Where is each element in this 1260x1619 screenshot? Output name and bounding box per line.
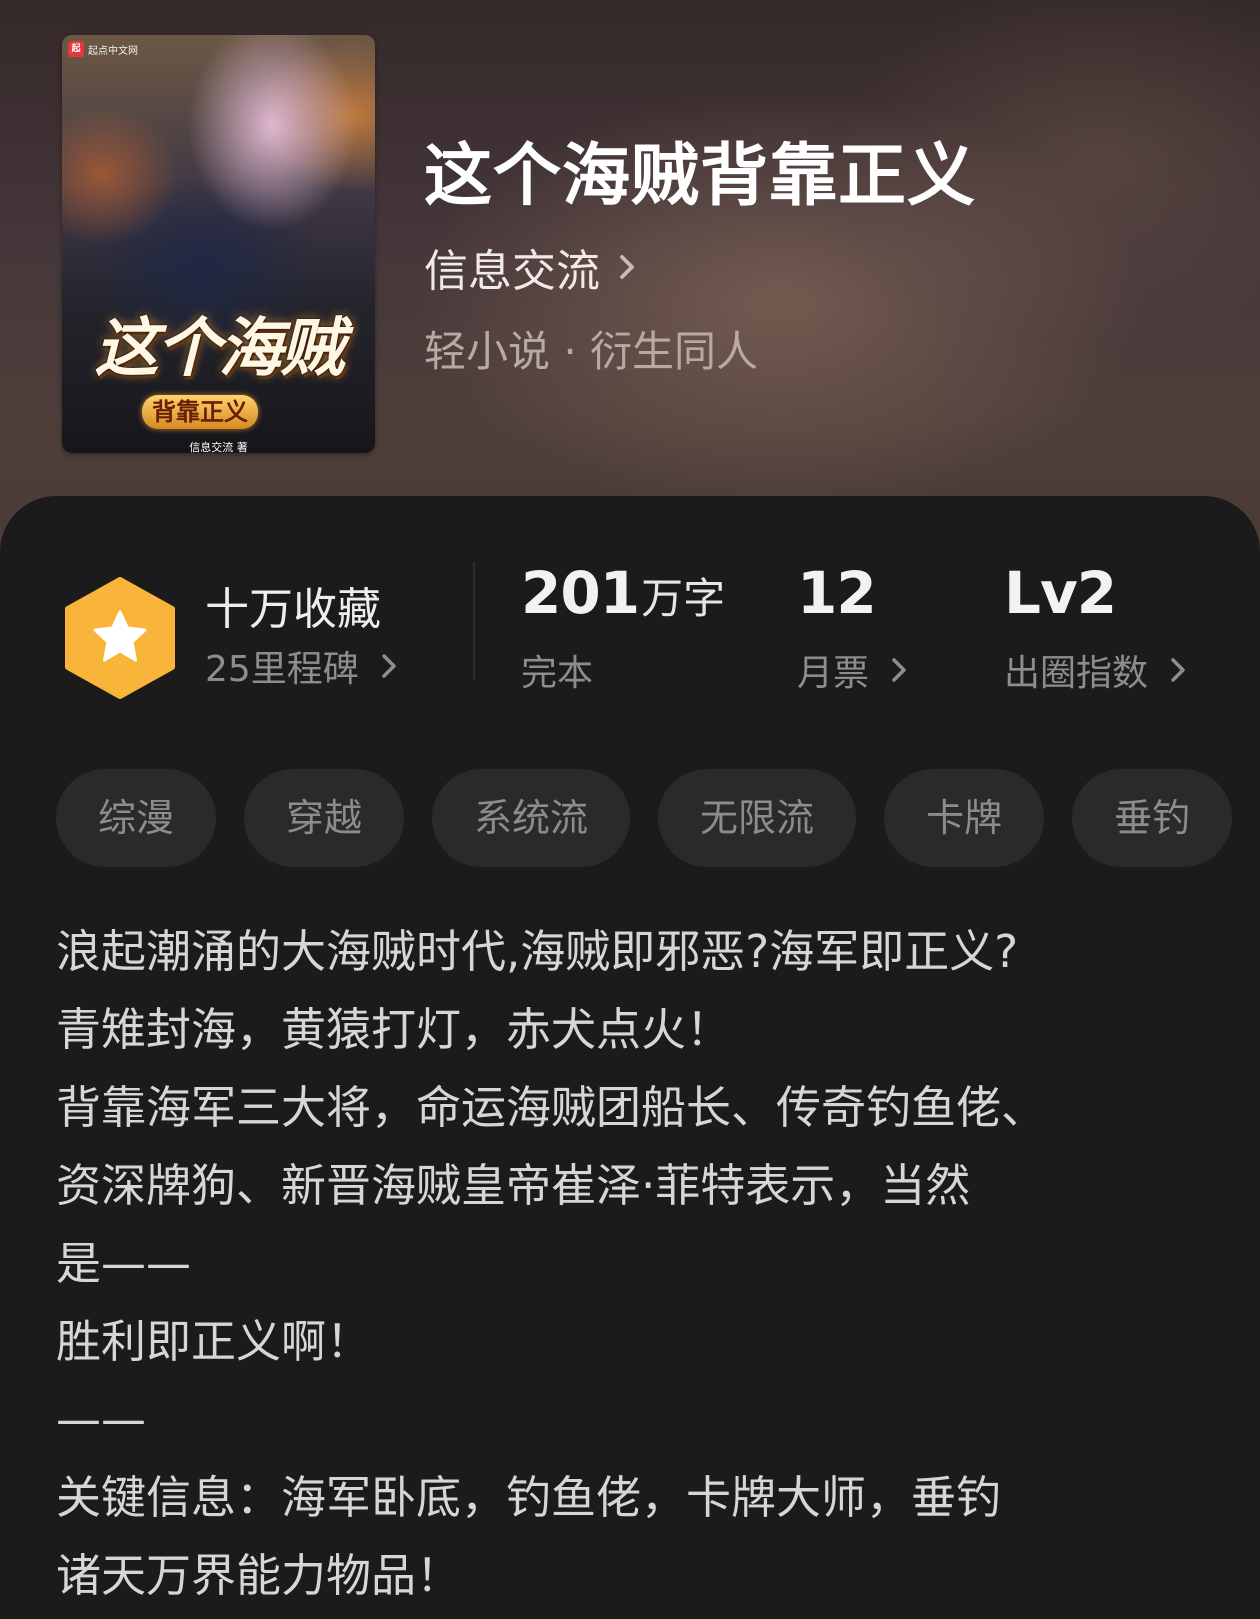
book-category: 轻小说 · 衍生同人 [424, 327, 759, 376]
chevron-right-icon [620, 255, 634, 279]
monthly-votes-label: 月票 [797, 653, 870, 694]
synopsis-line: 是—— [56, 1237, 192, 1290]
publisher-name: 起点中文网 [88, 45, 138, 57]
tag-chip[interactable]: 综漫 [56, 769, 217, 867]
tag-chip[interactable]: 系统流 [432, 769, 631, 867]
tag-chip[interactable]: 垂钓 [1072, 769, 1233, 867]
synopsis-line: 青雉封海，黄猿打灯，赤犬点火！ [56, 1003, 732, 1056]
tag-chip[interactable]: 卡牌 [884, 769, 1045, 867]
word-count-value: 201 [521, 559, 640, 627]
tag-list[interactable]: 综漫 穿越 系统流 无限流 卡牌 垂钓 [56, 769, 1260, 869]
publisher-logo-icon: 起 [68, 41, 84, 57]
monthly-votes-link[interactable]: 月票 [797, 644, 911, 696]
completion-status: 完本 [521, 653, 594, 694]
cover-publisher-badge: 起 起点中文网 [68, 41, 138, 57]
cover-author: 信息交流 著 [189, 441, 248, 453]
synopsis-line: —— [56, 1393, 146, 1446]
milestone-link[interactable]: 25里程碑 [205, 640, 401, 692]
book-title: 这个海贼背靠正义 [424, 136, 977, 216]
author-name: 信息交流 [424, 246, 600, 297]
book-detail-panel: 十万收藏 25里程碑 201 万字 完本 12 月票 Lv2 出圈指数 综漫 穿… [0, 496, 1260, 1619]
influence-index-label: 出圈指数 [1004, 653, 1149, 694]
synopsis-line: 浪起潮涌的大海贼时代,海贼即邪恶?海军即正义? [56, 925, 1019, 978]
star-badge-icon[interactable] [62, 576, 178, 700]
chevron-right-icon [892, 658, 906, 682]
tag-chip[interactable]: 无限流 [658, 769, 857, 867]
word-count: 201 万字 [521, 559, 725, 627]
book-synopsis[interactable]: 浪起潮涌的大海贼时代,海贼即邪恶?海军即正义? 青雉封海，黄猿打灯，赤犬点火！ … [56, 913, 1236, 1615]
author-link[interactable]: 信息交流 [424, 235, 642, 299]
cover-title-main: 这个海贼 [94, 311, 345, 386]
collection-count[interactable]: 十万收藏 [205, 573, 381, 637]
stats-divider [473, 562, 475, 680]
milestone-label: 25里程碑 [205, 649, 359, 690]
synopsis-line: 资深牌狗、新晋海贼皇帝崔泽·菲特表示，当然 [56, 1159, 971, 1212]
monthly-votes-value: 12 [797, 559, 877, 627]
word-count-unit: 万字 [641, 574, 726, 623]
synopsis-line: 背靠海军三大将，命运海贼团船长、传奇钓鱼佬、 [56, 1081, 1047, 1134]
synopsis-line: 关键信息：海军卧底，钓鱼佬，卡牌大师，垂钓 [56, 1471, 1002, 1524]
tag-chip[interactable]: 穿越 [244, 769, 405, 867]
chevron-right-icon [382, 654, 396, 678]
book-cover[interactable]: 起 起点中文网 这个海贼 背靠正义 信息交流 著 [62, 35, 375, 453]
synopsis-line: 诸天万界能力物品！ [56, 1549, 462, 1602]
cover-title-sub: 背靠正义 [142, 395, 258, 429]
chevron-right-icon [1171, 658, 1185, 682]
influence-level-value: Lv2 [1004, 559, 1117, 627]
book-header: 起 起点中文网 这个海贼 背靠正义 信息交流 著 这个海贼背靠正义 信息交流 轻… [0, 0, 1260, 560]
stats-row: 十万收藏 25里程碑 201 万字 完本 12 月票 Lv2 出圈指数 [0, 496, 1260, 726]
synopsis-line: 胜利即正义啊！ [56, 1315, 372, 1368]
influence-index-link[interactable]: 出圈指数 [1004, 644, 1190, 696]
